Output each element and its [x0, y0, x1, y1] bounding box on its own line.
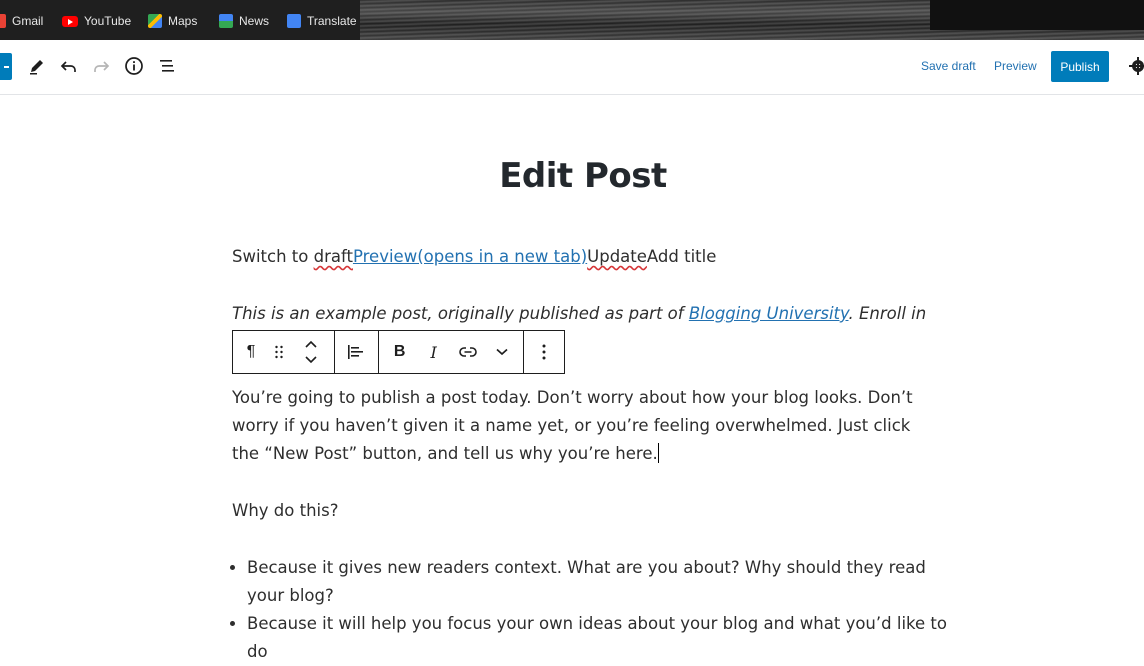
block-options-button[interactable] [528, 331, 560, 373]
block-toolbar-group-align [335, 331, 379, 373]
blogging-university-link[interactable]: Blogging University [689, 304, 849, 323]
translate-icon [287, 14, 301, 28]
update-link[interactable]: Update [587, 247, 647, 266]
publish-button[interactable]: Publish [1051, 51, 1109, 82]
block-toolbar-group-transform: ¶ [233, 331, 336, 373]
drag-handle[interactable] [267, 331, 291, 373]
paragraph-block-button[interactable]: ¶ [235, 331, 267, 373]
maps-icon [148, 14, 162, 28]
undo-button[interactable] [55, 52, 83, 80]
plus-icon [4, 66, 9, 68]
block-toolbar: ¶ B I [232, 330, 565, 374]
bookmark-maps[interactable]: Maps [148, 12, 197, 30]
gear-icon [1129, 57, 1144, 75]
paragraph-icon: ¶ [246, 343, 256, 360]
bookmark-news[interactable]: News [219, 12, 269, 30]
page-title: Edit Post [499, 156, 667, 196]
move-up-down-button[interactable] [291, 331, 331, 373]
list-view-button[interactable] [153, 52, 181, 80]
bookmark-label: News [239, 14, 270, 28]
text-cursor [657, 443, 659, 463]
switch-prefix: Switch to [232, 247, 314, 266]
bookmark-label: Maps [168, 14, 198, 28]
add-title-text[interactable]: Add [647, 247, 679, 266]
bookmark-gmail[interactable]: Gmail [0, 12, 43, 30]
chevron-down-icon [495, 348, 508, 356]
bold-button[interactable]: B [384, 331, 416, 373]
tools-button[interactable] [23, 52, 51, 80]
align-button[interactable] [340, 331, 372, 373]
example-before: This is an example post, originally publ… [232, 304, 689, 323]
bookmark-youtube[interactable]: YouTube [62, 12, 131, 30]
link-button[interactable] [452, 331, 484, 373]
italic-button[interactable]: I [418, 331, 450, 373]
add-block-button[interactable] [0, 53, 12, 80]
news-icon [219, 14, 233, 28]
switch-to-draft-link[interactable]: draft [314, 247, 353, 266]
paragraph-text: You’re going to publish a post today. Do… [232, 388, 913, 463]
settings-button[interactable] [1128, 56, 1144, 76]
editor-header: Save draft Preview Publish [0, 40, 1144, 95]
block-toolbar-group-format: B I [379, 331, 524, 373]
drag-handle-icon [275, 345, 283, 359]
list-item: Because it gives new readers context. Wh… [247, 554, 947, 610]
window-titlebar-dark [930, 0, 1144, 30]
redo-icon [94, 61, 110, 72]
align-left-icon [348, 345, 364, 359]
info-icon [125, 57, 143, 75]
reasons-list[interactable]: Because it gives new readers context. Wh… [232, 554, 947, 666]
example-after: . Enroll in one of our [848, 304, 933, 323]
save-draft-button[interactable]: Save draft [921, 59, 976, 73]
switch-line: Switch to draftPreview(opens in a new ta… [232, 243, 932, 271]
preview-button[interactable]: Preview [994, 59, 1037, 73]
details-button[interactable] [120, 52, 148, 80]
bookmark-label: YouTube [84, 14, 132, 28]
more-rich-text-button[interactable] [486, 331, 518, 373]
more-vertical-icon [542, 344, 546, 360]
example-paragraph[interactable]: This is an example post, originally publ… [232, 300, 932, 328]
preview-new-tab-link[interactable]: Preview(opens in a new tab) [353, 247, 587, 266]
bookmark-translate[interactable]: Translate [287, 12, 357, 30]
list-view-icon [160, 60, 174, 72]
why-paragraph[interactable]: Why do this? [232, 497, 932, 525]
redo-button[interactable] [87, 52, 115, 80]
chevron-up-down-icon [305, 340, 317, 364]
selected-paragraph-block[interactable]: You’re going to publish a post today. Do… [232, 384, 932, 468]
list-item: Because it will help you focus your own … [247, 610, 947, 666]
pencil-icon [30, 60, 43, 75]
gmail-icon [0, 14, 6, 28]
link-icon [458, 347, 477, 357]
youtube-icon [62, 15, 78, 27]
undo-icon [60, 61, 76, 72]
block-toolbar-group-options [524, 331, 564, 373]
bookmark-label: Translate [307, 14, 357, 28]
switch-suffix: title [678, 247, 717, 266]
bookmarks-bar: Gmail YouTube Maps News Translate [0, 0, 1144, 40]
bookmark-label: Gmail [12, 14, 44, 28]
